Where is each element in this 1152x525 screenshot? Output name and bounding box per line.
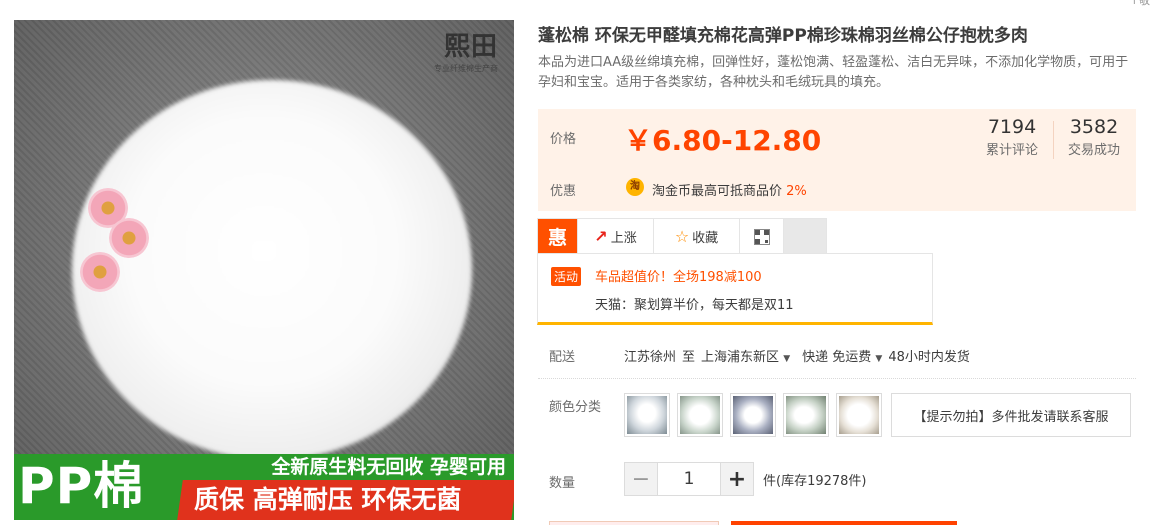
delivery-to-word: 至 bbox=[682, 350, 696, 365]
thumbnail-image bbox=[627, 396, 667, 434]
flower-icon bbox=[109, 218, 149, 258]
activity-tag: 活动 bbox=[551, 267, 582, 286]
thumbnail-image bbox=[733, 396, 773, 434]
tab-price-rise[interactable]: ↗ 上涨 bbox=[578, 219, 654, 254]
brand-subtitle: 专业纤维棉生产商 bbox=[434, 64, 498, 73]
sales-count: 3582 bbox=[1069, 116, 1119, 138]
activity-panel: 活动 车品超值价！全场198减100 天猫：聚划算半价，每天都是双11 bbox=[537, 253, 933, 325]
tab-hui[interactable]: 惠 bbox=[538, 219, 578, 254]
corner-text[interactable]: ↑敬 bbox=[1130, 0, 1150, 8]
promo-label: 优惠 bbox=[550, 184, 577, 199]
rise-label: 上涨 bbox=[610, 231, 637, 246]
activity-offer-link[interactable]: 车品超值价！全场198减100 bbox=[595, 266, 762, 285]
product-main-image[interactable]: 熙田 专业纤维棉生产商 PP棉 全新原生料无回收 孕婴可用 质保 高弹耐压 环保… bbox=[14, 20, 514, 520]
color-label: 颜色分类 bbox=[549, 400, 602, 415]
destination-select[interactable]: 上海浦东新区 ▼ bbox=[701, 346, 790, 365]
trend-up-icon: ↗ bbox=[594, 227, 608, 246]
shipping-select[interactable]: 快递 免运费 ▼ bbox=[802, 346, 882, 365]
tab-empty bbox=[784, 219, 826, 254]
brand-logo: 熙田 专业纤维棉生产商 bbox=[434, 26, 498, 74]
destination-label: 上海浦东新区 bbox=[701, 350, 780, 365]
shipping-label: 快递 免运费 bbox=[802, 350, 872, 365]
color-options: 【提示勿拍】多件批发请联系客服 bbox=[624, 393, 1131, 437]
price-label: 价格 bbox=[550, 132, 577, 147]
sales-stat: 3582 交易成功 bbox=[1062, 116, 1126, 158]
promo-description: 淘金币最高可抵商品价 bbox=[652, 184, 783, 199]
action-tabs: 惠 ↗ 上涨 ☆ 收藏 bbox=[537, 218, 827, 254]
promo-percent: 2% bbox=[786, 184, 807, 199]
color-option-thumb[interactable] bbox=[677, 393, 723, 437]
flower-icon bbox=[80, 252, 120, 292]
price-panel: 价格 ￥6.80-12.80 7194 累计评论 3582 交易成功 优惠 淘 … bbox=[538, 109, 1136, 211]
buy-now-button[interactable] bbox=[549, 521, 719, 525]
cotton-ball-graphic bbox=[72, 80, 472, 460]
price-value: ￥6.80-12.80 bbox=[624, 124, 822, 157]
color-option-thumb[interactable] bbox=[783, 393, 829, 437]
qr-code-icon bbox=[753, 228, 770, 245]
product-subtitle: 本品为进口AA级丝绵填充棉，回弹性好，蓬松饱满、轻盈蓬松、洁白无异味，不添加化学… bbox=[538, 55, 1129, 90]
stock-info: 件(库存19278件) bbox=[763, 473, 867, 489]
reviews-label: 累计评论 bbox=[985, 143, 1038, 158]
quantity-input[interactable]: 1 bbox=[658, 462, 720, 496]
sales-label: 交易成功 bbox=[1067, 143, 1120, 158]
tab-favorite[interactable]: ☆ 收藏 bbox=[654, 219, 740, 254]
delivery-label: 配送 bbox=[549, 350, 576, 365]
thumbnail-image bbox=[786, 396, 826, 434]
stat-divider bbox=[1053, 121, 1054, 159]
color-option-text[interactable]: 【提示勿拍】多件批发请联系客服 bbox=[891, 393, 1131, 437]
promo-text: 淘金币最高可抵商品价 2% bbox=[652, 180, 807, 199]
color-option-thumb[interactable] bbox=[730, 393, 776, 437]
divider bbox=[538, 378, 1136, 379]
delivery-origin: 江苏徐州 bbox=[624, 350, 677, 365]
chevron-down-icon: ▼ bbox=[875, 354, 883, 364]
quantity-label: 数量 bbox=[549, 476, 576, 491]
color-option-thumb[interactable] bbox=[836, 393, 882, 437]
product-title: 蓬松棉 环保无甲醛填充棉花高弹PP棉珍珠棉羽丝棉公仔抱枕多肉 bbox=[538, 26, 1028, 46]
tab-qr-code[interactable] bbox=[740, 219, 784, 254]
delivery-row: 江苏徐州 至 上海浦东新区 ▼ 快递 免运费 ▼ 48小时内发货 bbox=[624, 346, 970, 365]
banner-bottom-label: 质保 高弹耐压 环保无菌 bbox=[194, 485, 462, 514]
product-page: 熙田 专业纤维棉生产商 PP棉 全新原生料无回收 孕婴可用 质保 高弹耐压 环保… bbox=[0, 0, 1152, 525]
reviews-stat[interactable]: 7194 累计评论 bbox=[981, 116, 1043, 158]
taojinbi-coin-icon: 淘 bbox=[626, 178, 644, 196]
activity-offer-text: 天猫：聚划算半价，每天都是双11 bbox=[595, 298, 794, 313]
banner-bottom-text: 质保 高弹耐压 环保无菌 bbox=[177, 480, 514, 520]
reviews-count: 7194 bbox=[987, 116, 1037, 138]
increase-button[interactable]: + bbox=[720, 462, 754, 496]
favorite-label: 收藏 bbox=[692, 231, 719, 246]
decrease-button[interactable]: − bbox=[624, 462, 658, 496]
banner-pp-label: PP棉 bbox=[18, 457, 145, 515]
thumbnail-image bbox=[839, 396, 879, 434]
brand-name: 熙田 bbox=[443, 32, 498, 62]
chevron-down-icon: ▼ bbox=[783, 354, 791, 364]
hui-label: 惠 bbox=[547, 227, 567, 249]
color-option-thumb[interactable] bbox=[624, 393, 670, 437]
star-icon: ☆ bbox=[674, 227, 690, 246]
banner-top-text: 全新原生料无回收 孕婴可用 bbox=[190, 454, 514, 480]
thumbnail-image bbox=[680, 396, 720, 434]
dispatch-time: 48小时内发货 bbox=[888, 350, 970, 365]
add-to-cart-button[interactable] bbox=[731, 521, 957, 525]
quantity-stepper: − 1 + 件(库存19278件) bbox=[624, 462, 867, 496]
